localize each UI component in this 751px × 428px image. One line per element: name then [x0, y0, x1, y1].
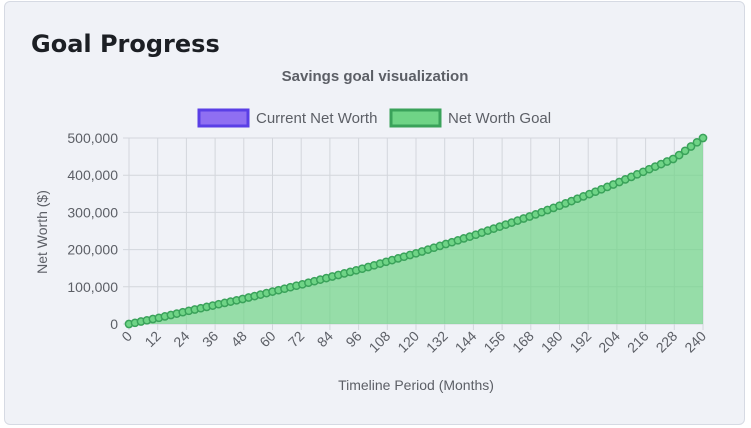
x-tick-label: 156	[480, 328, 508, 356]
legend-swatch-current-net-worth	[197, 108, 250, 128]
goal-data-point[interactable]	[698, 133, 708, 143]
x-tick-label: 72	[285, 328, 307, 350]
x-tick-label: 144	[452, 328, 480, 356]
x-tick-label: 24	[170, 328, 192, 350]
y-axis-ticks: 0 100,000 200,000 300,000 400,000 500,000	[67, 130, 118, 332]
x-tick-label: 228	[653, 328, 681, 356]
legend-item-current-net-worth[interactable]: Current Net Worth	[197, 108, 377, 128]
x-tick-label: 84	[314, 328, 336, 350]
x-tick-label: 48	[228, 328, 250, 350]
y-tick-label: 400,000	[67, 167, 118, 183]
y-axis-title: Net Worth ($)	[34, 190, 50, 274]
legend-label-current-net-worth: Current Net Worth	[256, 110, 377, 127]
x-tick-label: 0	[118, 328, 135, 345]
x-axis-title: Timeline Period (Months)	[338, 377, 494, 393]
legend-item-net-worth-goal[interactable]: Net Worth Goal	[389, 108, 551, 128]
x-tick-label: 96	[342, 328, 364, 350]
x-tick-label: 168	[509, 328, 537, 356]
x-tick-label: 216	[624, 328, 652, 356]
x-tick-label: 120	[394, 328, 422, 356]
y-tick-label: 200,000	[67, 242, 118, 258]
legend-swatch-net-worth-goal	[389, 108, 442, 128]
x-tick-label: 60	[256, 328, 278, 350]
x-tick-label: 180	[538, 328, 566, 356]
y-tick-label: 0	[110, 316, 118, 332]
chart-legend: Current Net Worth Net Worth Goal	[197, 108, 551, 128]
chart-subtitle: Savings goal visualization	[282, 68, 469, 85]
x-tick-label: 36	[199, 328, 221, 350]
x-tick-label: 12	[141, 328, 163, 350]
x-tick-label: 192	[566, 328, 594, 356]
y-tick-label: 300,000	[67, 204, 118, 220]
legend-label-net-worth-goal: Net Worth Goal	[448, 110, 551, 127]
goal-chart: Savings goal visualization Current Net W…	[34, 68, 709, 393]
x-tick-label: 240	[681, 328, 709, 356]
x-tick-label: 132	[423, 328, 451, 356]
y-tick-label: 100,000	[67, 279, 118, 295]
x-tick-label: 108	[366, 328, 394, 356]
x-axis-ticks: 0 12 24 36 48 60 72 84 96 108 120 132 144 156 168 180 19…	[118, 328, 709, 356]
y-tick-label: 500,000	[67, 130, 118, 146]
x-tick-label: 204	[595, 328, 623, 356]
